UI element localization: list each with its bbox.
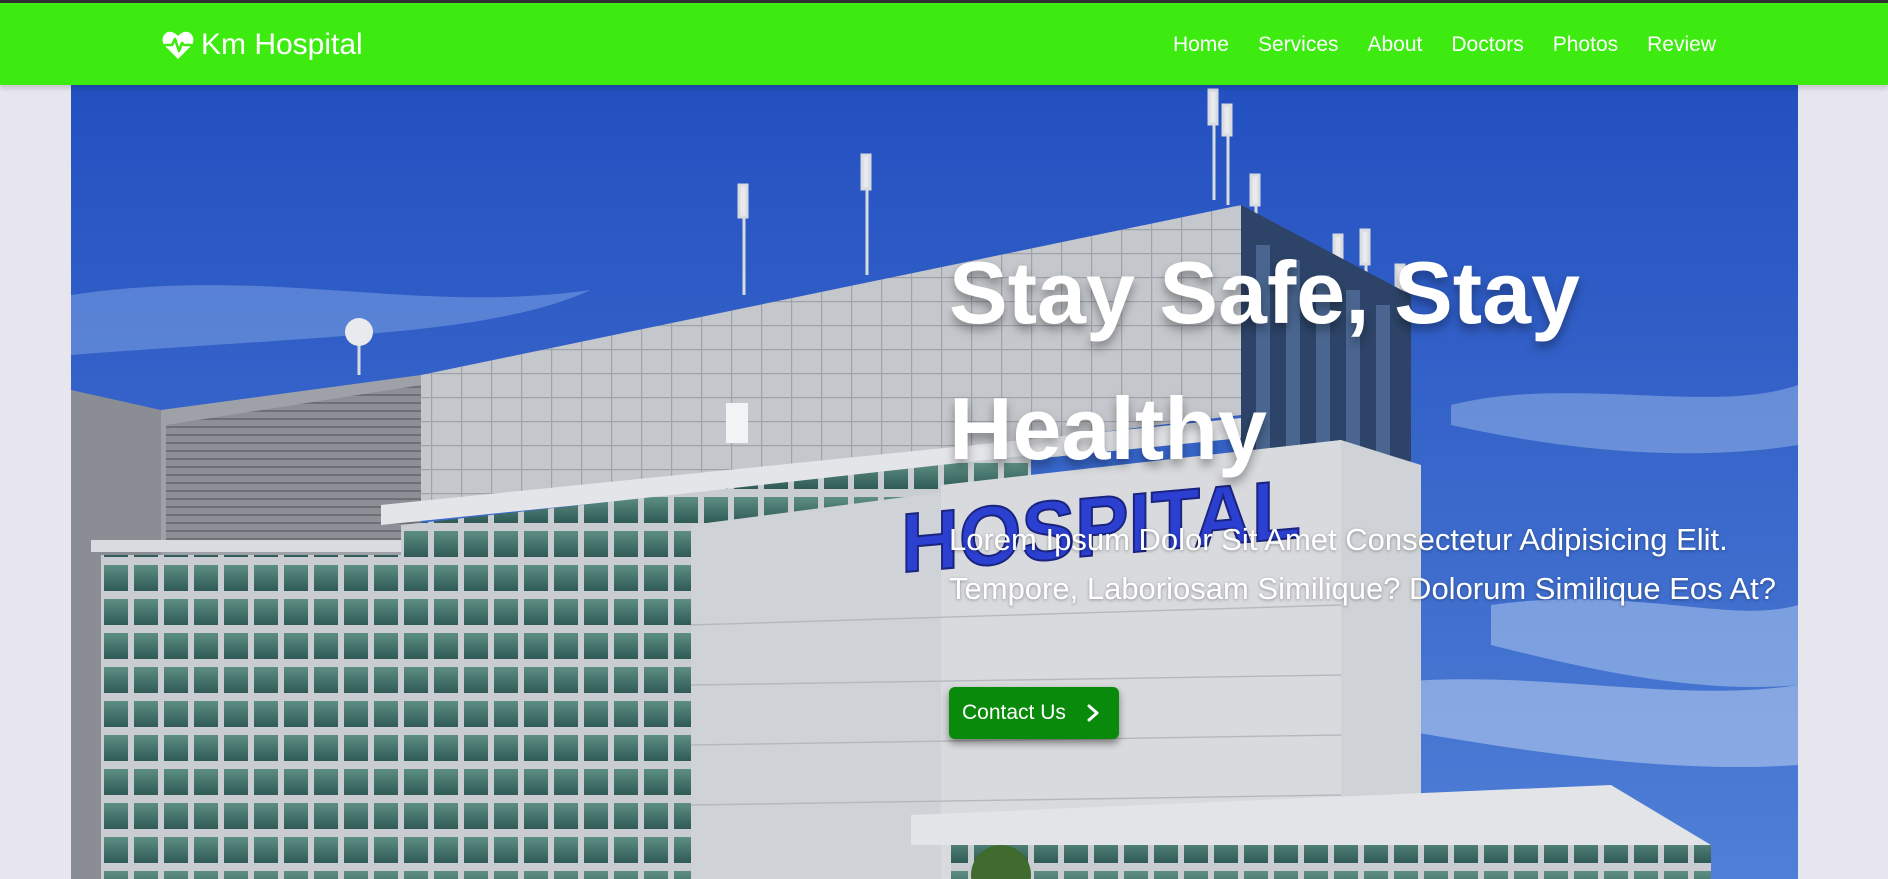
hero-content: Stay Safe, Stay Healthy Lorem Ipsum Dolo…	[949, 225, 1779, 613]
hero-description: Lorem Ipsum Dolor Sit Amet Consectetur A…	[949, 522, 1777, 606]
navbar: Km Hospital Home Services About Doctors …	[0, 3, 1888, 85]
nav-item-review[interactable]: Review	[1647, 27, 1716, 63]
contact-us-label: Contact Us	[962, 701, 1066, 724]
nav-item-home[interactable]: Home	[1173, 27, 1229, 63]
nav-item-doctors[interactable]: Doctors	[1451, 27, 1523, 63]
brand-name: Km Hospital	[201, 28, 363, 61]
hero-title: Stay Safe, Stay Healthy	[949, 243, 1580, 478]
nav-item-services[interactable]: Services	[1258, 27, 1339, 63]
contact-us-button[interactable]: Contact Us	[949, 687, 1119, 739]
main-nav: Home Services About Doctors Photos Revie…	[1144, 27, 1716, 63]
nav-item-about[interactable]: About	[1368, 27, 1423, 63]
nav-item-photos[interactable]: Photos	[1553, 27, 1618, 63]
chevron-right-icon	[1087, 704, 1099, 722]
heartbeat-icon	[162, 31, 194, 59]
hero-section: HOSPITAL Stay Safe, Stay Healthy Lorem I…	[71, 85, 1798, 879]
brand-logo-link[interactable]: Km Hospital	[162, 25, 363, 65]
